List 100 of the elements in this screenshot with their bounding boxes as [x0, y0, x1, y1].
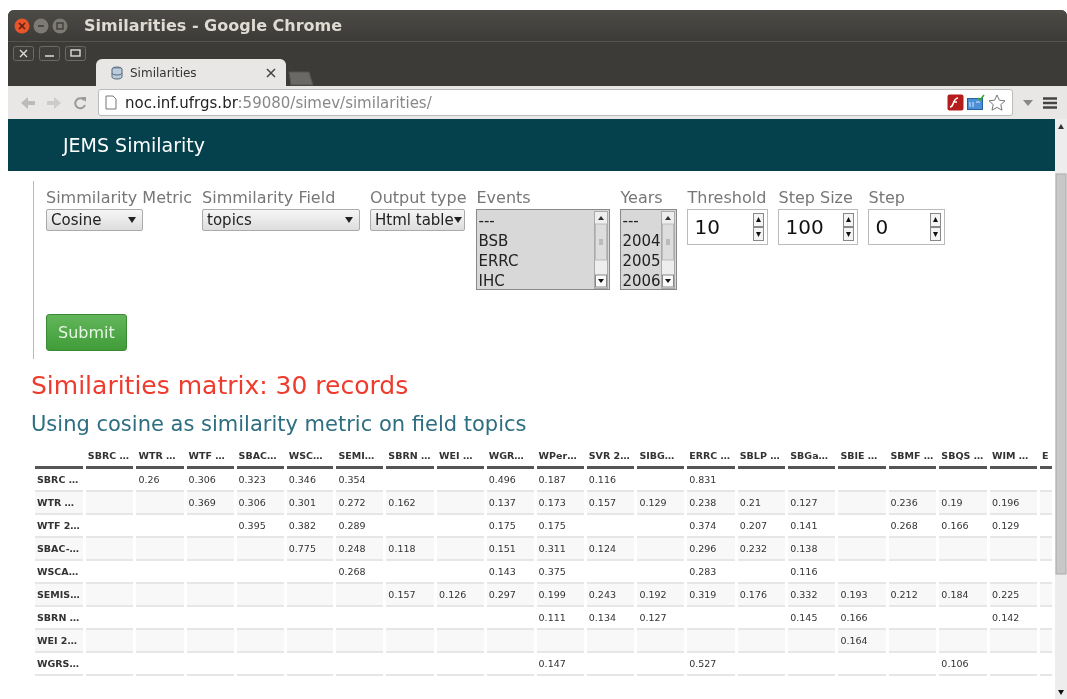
dropdown-icon[interactable] — [1023, 99, 1033, 106]
column-header: WEI … — [437, 450, 484, 469]
table-cell: 0.129 — [637, 492, 685, 515]
number-field[interactable]: 10 — [687, 209, 769, 245]
column-header: SBGa… — [788, 450, 836, 469]
table-cell: 0.236 — [888, 492, 937, 515]
field-label: Threshold — [687, 188, 768, 207]
column-header: SBMF … — [888, 450, 937, 469]
spinner-icon[interactable] — [930, 213, 942, 241]
list-box[interactable]: --- 2004 2005 2006 — [620, 209, 678, 290]
dropdown[interactable]: Html table — [370, 209, 466, 231]
table-cell: 0.147 — [536, 653, 584, 676]
list-option[interactable]: 2005 — [622, 251, 662, 271]
table-cell: 0.176 — [737, 584, 786, 607]
table-cell: 0.126 — [437, 584, 484, 607]
flash-icon[interactable] — [947, 94, 964, 111]
html-badge-icon[interactable] — [967, 94, 985, 111]
page-icon — [105, 95, 117, 110]
scrollbar-icon[interactable] — [1055, 119, 1067, 699]
close-icon[interactable] — [266, 67, 276, 78]
table-cell: 0.138 — [788, 538, 836, 561]
maximize-icon[interactable] — [65, 46, 86, 61]
dropdown[interactable]: Cosine — [46, 209, 143, 231]
table-cell: 0.162 — [386, 492, 435, 515]
column-header: SBRC … — [85, 450, 134, 469]
minimize-icon[interactable] — [39, 46, 60, 61]
list-option[interactable]: BSB — [478, 231, 595, 251]
field-label: Events — [476, 188, 532, 207]
dropdown[interactable]: topics — [202, 209, 361, 231]
table-cell: 0.296 — [687, 538, 735, 561]
list-option[interactable]: 2004 — [622, 231, 662, 251]
star-icon[interactable] — [988, 93, 1006, 112]
table-cell: 0.184 — [939, 584, 988, 607]
close-icon[interactable] — [13, 46, 34, 61]
scrollbar-icon — [661, 211, 676, 289]
caret-icon — [128, 217, 136, 223]
brand-title[interactable]: JEMS Similarity — [63, 134, 205, 156]
row-header: SBAC-… — [35, 538, 83, 561]
close-icon[interactable] — [14, 17, 30, 34]
column-header: E — [1040, 450, 1052, 469]
table-cell: 0.151 — [486, 538, 534, 561]
table-cell: 0.173 — [536, 492, 584, 515]
scrollbar-icon — [594, 211, 609, 289]
field-label: Simmilarity Metric — [46, 188, 193, 207]
table-cell: 0.21 — [737, 492, 786, 515]
column-header: WTR … — [136, 450, 184, 469]
menu-icon[interactable] — [1043, 96, 1057, 109]
column-header: WPer… — [536, 450, 584, 469]
table-cell: 0.199 — [536, 584, 584, 607]
table-cell: 0.272 — [336, 492, 384, 515]
list-option[interactable]: IHC — [478, 271, 595, 291]
column-header: SBLP … — [737, 450, 786, 469]
table-cell: 0.106 — [939, 653, 988, 676]
window-title: Similarities - Google Chrome — [84, 16, 343, 35]
table-cell: 0.369 — [186, 492, 234, 515]
list-option[interactable]: ERRC — [478, 251, 595, 271]
results-subheading: Using cosine as similarity metric on field topics — [31, 412, 528, 436]
table-cell: 0.301 — [286, 492, 334, 515]
column-header: WTF … — [186, 450, 234, 469]
field-label: Step Size — [778, 188, 854, 207]
column-header: WSC… — [286, 450, 334, 469]
table-cell: 0.306 — [236, 492, 284, 515]
results-heading: Similarities matrix: 30 records — [31, 371, 410, 400]
table-cell: 0.238 — [687, 492, 735, 515]
row-header: SEMIS… — [35, 584, 83, 607]
tab-label: Similarities — [130, 65, 198, 80]
spinner-icon[interactable] — [753, 213, 765, 241]
table-cell: 0.196 — [990, 492, 1038, 515]
list-box[interactable]: --- BSB ERRC IHC — [476, 209, 611, 290]
field-label: Output type — [370, 188, 467, 207]
list-option[interactable]: 2006 — [622, 271, 662, 291]
table-cell: 0.137 — [486, 492, 534, 515]
database-icon — [110, 65, 124, 80]
row-header: WGRS… — [35, 653, 83, 676]
table-cell: 0.124 — [586, 538, 635, 561]
column-header: ERRC … — [687, 450, 735, 469]
table-cell: 0.19 — [939, 492, 988, 515]
column-header: SBAC… — [236, 450, 284, 469]
column-header: SVR 2… — [586, 450, 635, 469]
list-option[interactable]: --- — [478, 211, 595, 231]
field-label: Step — [868, 188, 906, 207]
table-cell: 0.157 — [586, 492, 635, 515]
number-field[interactable]: 100 — [778, 209, 859, 245]
column-header: SBQS … — [939, 450, 988, 469]
minimize-icon[interactable] — [33, 17, 49, 34]
table-cell: 0.225 — [990, 584, 1038, 607]
table-cell: 0.164 — [838, 630, 886, 653]
url-text: noc.inf.ufrgs.br:59080/simev/similarities/ — [125, 93, 433, 112]
address-bar[interactable]: noc.inf.ufrgs.br:59080/simev/similarities/ — [98, 89, 1013, 116]
spinner-icon[interactable] — [843, 213, 855, 241]
caret-icon — [345, 217, 354, 223]
number-field[interactable]: 0 — [868, 209, 946, 245]
table-cell: 0.527 — [687, 653, 735, 676]
maximize-icon[interactable] — [52, 17, 68, 34]
column-header: SBIE … — [838, 450, 886, 469]
table-cell: 0.193 — [838, 584, 886, 607]
list-option[interactable]: --- — [622, 211, 662, 231]
table-cell: 0.332 — [788, 584, 836, 607]
browser-tab[interactable]: Similarities — [96, 59, 286, 86]
column-header: SEMI… — [336, 450, 384, 469]
